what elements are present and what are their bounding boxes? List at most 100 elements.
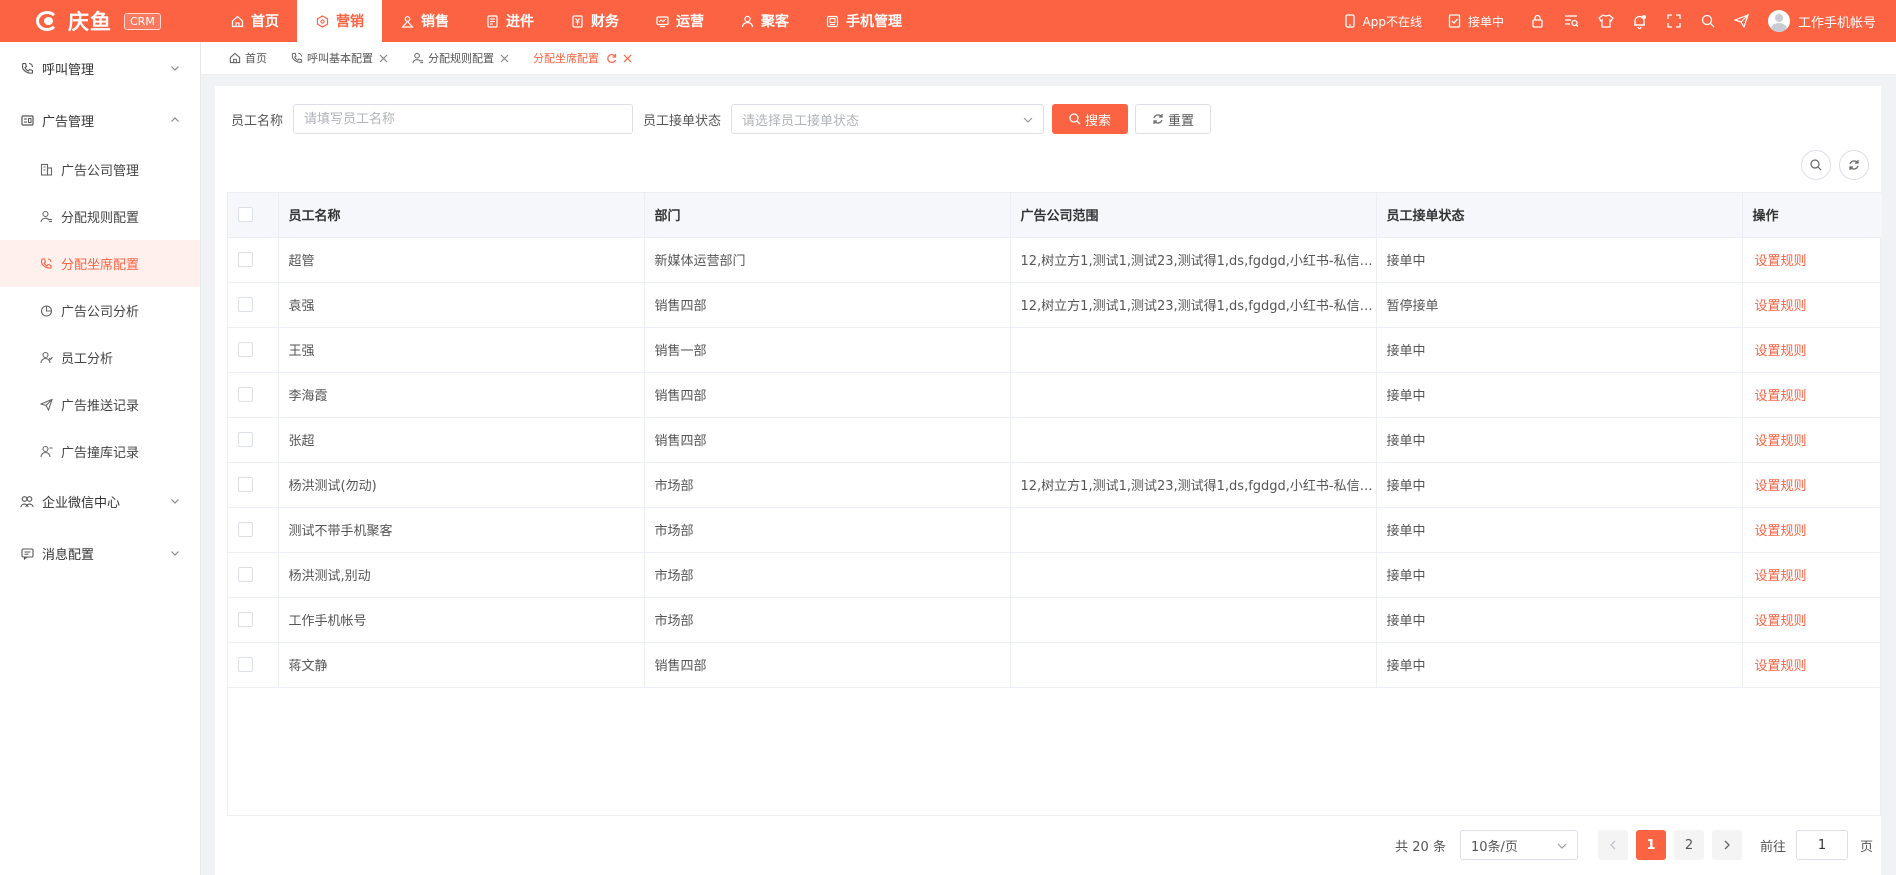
nav-item-0[interactable]: 首页 bbox=[212, 0, 297, 42]
row-checkbox[interactable] bbox=[238, 432, 253, 447]
tab-1[interactable]: 呼叫基本配置 bbox=[291, 50, 388, 66]
refresh-icon[interactable] bbox=[606, 53, 617, 64]
cell-scope bbox=[1010, 327, 1377, 373]
avatar[interactable] bbox=[1767, 10, 1790, 32]
nav-item-5[interactable]: 运营 bbox=[637, 0, 722, 42]
staff-icon bbox=[40, 351, 53, 364]
pagination: 共 20 条 10条/页 12 前往 页 bbox=[1395, 830, 1881, 860]
set-rule-link[interactable]: 设置规则 bbox=[1755, 344, 1807, 359]
tab-3[interactable]: 分配坐席配置 bbox=[533, 50, 632, 66]
tab-2[interactable]: 分配规则配置 bbox=[412, 50, 509, 66]
send-icon bbox=[40, 398, 53, 411]
row-checkbox[interactable] bbox=[238, 342, 253, 357]
tab-0[interactable]: 首页 bbox=[229, 50, 267, 66]
row-checkbox[interactable] bbox=[238, 252, 253, 267]
close-icon[interactable] bbox=[500, 54, 509, 63]
cell-status: 接单中 bbox=[1376, 372, 1743, 418]
chevron-right-icon bbox=[1724, 840, 1730, 850]
status-label: 员工接单状态 bbox=[643, 113, 722, 129]
prev-page-button[interactable] bbox=[1597, 830, 1628, 860]
row-select-cell bbox=[228, 372, 279, 418]
cell-scope bbox=[1010, 372, 1377, 418]
row-checkbox[interactable] bbox=[238, 612, 253, 627]
cell-scope bbox=[1010, 552, 1377, 598]
reset-button[interactable]: 重置 bbox=[1135, 104, 1212, 134]
cell-dept: 新媒体运营部门 bbox=[644, 237, 1011, 283]
close-icon[interactable] bbox=[379, 54, 388, 63]
row-select-cell bbox=[228, 327, 279, 373]
row-checkbox[interactable] bbox=[238, 567, 253, 582]
sidebar-group-2[interactable]: 企业微信中心 bbox=[0, 475, 200, 527]
sidebar-item-1-6[interactable]: 广告撞库记录 bbox=[0, 428, 200, 475]
lock-icon[interactable] bbox=[1530, 13, 1546, 29]
finance-icon bbox=[570, 14, 584, 28]
bell-icon[interactable] bbox=[1632, 13, 1648, 29]
page-size-select[interactable]: 10条/页 bbox=[1459, 830, 1578, 860]
seat-table: 员工名称 部门 广告公司范围 员工接单状态 操作 超管 新媒体运营部门 12,树立方… bbox=[227, 192, 1882, 816]
order-status[interactable]: 接单中 bbox=[1448, 13, 1504, 30]
row-checkbox[interactable] bbox=[238, 657, 253, 672]
set-rule-link[interactable]: 设置规则 bbox=[1755, 389, 1807, 404]
search-list-icon[interactable] bbox=[1564, 13, 1580, 29]
select-all-checkbox[interactable] bbox=[238, 207, 253, 223]
set-rule-link[interactable]: 设置规则 bbox=[1755, 524, 1807, 539]
set-rule-link[interactable]: 设置规则 bbox=[1755, 659, 1807, 674]
table-row: 杨洪测试,别动 市场部 接单中 设置规则 bbox=[228, 552, 1882, 598]
cell-action: 设置规则 bbox=[1742, 507, 1882, 553]
home-icon bbox=[229, 52, 241, 64]
sidebar-item-label: 分配坐席配置 bbox=[61, 258, 140, 273]
nav-item-1[interactable]: 营销 bbox=[297, 0, 382, 42]
cell-status: 接单中 bbox=[1376, 237, 1743, 283]
sidebar-item-1-0[interactable]: 广告公司管理 bbox=[0, 146, 200, 193]
sidebar-group-0[interactable]: 呼叫管理 bbox=[0, 42, 200, 94]
tab-label: 首页 bbox=[245, 52, 267, 65]
toggle-search-button[interactable] bbox=[1801, 150, 1831, 180]
sidebar-item-1-1[interactable]: 分配规则配置 bbox=[0, 193, 200, 240]
set-rule-link[interactable]: 设置规则 bbox=[1755, 299, 1807, 314]
sidebar-item-1-3[interactable]: 广告公司分析 bbox=[0, 287, 200, 334]
table-row: 蒋文静 销售四部 接单中 设置规则 bbox=[228, 642, 1882, 688]
send-icon[interactable] bbox=[1734, 13, 1750, 29]
refresh-table-button[interactable] bbox=[1839, 150, 1869, 180]
sidebar-item-1-2[interactable]: 分配坐席配置 bbox=[0, 240, 200, 287]
set-rule-link[interactable]: 设置规则 bbox=[1755, 614, 1807, 629]
nav-item-4[interactable]: 财务 bbox=[552, 0, 637, 42]
skin-icon[interactable] bbox=[1598, 13, 1614, 29]
sidebar-item-1-5[interactable]: 广告推送记录 bbox=[0, 381, 200, 428]
user-name[interactable]: 工作手机帐号 bbox=[1798, 12, 1876, 31]
nav-item-7[interactable]: 手机管理 bbox=[807, 0, 920, 42]
row-checkbox[interactable] bbox=[238, 387, 253, 402]
brand-logo[interactable]: 庆鱼 CRM bbox=[0, 6, 210, 36]
search-button-label: 搜索 bbox=[1085, 113, 1112, 129]
page-button-1[interactable]: 1 bbox=[1635, 830, 1666, 860]
search-button[interactable]: 搜索 bbox=[1052, 104, 1129, 134]
nav-item-2[interactable]: 销售 bbox=[382, 0, 467, 42]
search-icon[interactable] bbox=[1700, 13, 1716, 29]
row-checkbox[interactable] bbox=[238, 477, 253, 492]
sidebar-group-1[interactable]: 广告管理 bbox=[0, 94, 200, 146]
nav-item-6[interactable]: 聚客 bbox=[722, 0, 807, 42]
set-rule-link[interactable]: 设置规则 bbox=[1755, 434, 1807, 449]
employee-name-input[interactable] bbox=[293, 104, 634, 134]
status-select[interactable]: 请选择员工接单状态 bbox=[731, 104, 1045, 134]
set-rule-link[interactable]: 设置规则 bbox=[1755, 569, 1807, 584]
cell-scope bbox=[1010, 417, 1377, 463]
set-rule-link[interactable]: 设置规则 bbox=[1755, 254, 1807, 269]
message-icon bbox=[20, 546, 34, 560]
close-icon[interactable] bbox=[623, 54, 632, 63]
next-page-button[interactable] bbox=[1711, 830, 1742, 860]
sidebar-item-1-4[interactable]: 员工分析 bbox=[0, 334, 200, 381]
page-button-2[interactable]: 2 bbox=[1673, 830, 1704, 860]
triangle-person-icon bbox=[400, 14, 414, 28]
set-rule-link[interactable]: 设置规则 bbox=[1755, 479, 1807, 494]
nav-item-3[interactable]: 进件 bbox=[467, 0, 552, 42]
nav-item-label: 聚客 bbox=[761, 14, 789, 30]
row-checkbox[interactable] bbox=[238, 522, 253, 537]
nav-item-label: 进件 bbox=[506, 14, 534, 30]
sidebar-group-3[interactable]: 消息配置 bbox=[0, 527, 200, 579]
fullscreen-icon[interactable] bbox=[1666, 13, 1682, 29]
row-checkbox[interactable] bbox=[238, 297, 253, 312]
app-status[interactable]: App不在线 bbox=[1343, 13, 1422, 30]
goto-page-input[interactable] bbox=[1795, 830, 1848, 860]
fish-logo-icon bbox=[34, 8, 64, 34]
